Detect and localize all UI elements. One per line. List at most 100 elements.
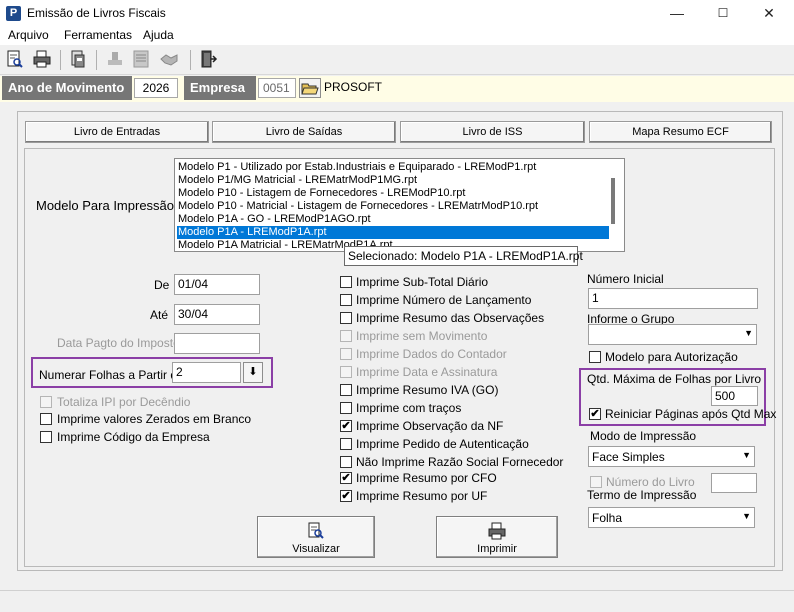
modelo-listbox[interactable]: Modelo P1 - Utilizado por Estab.Industri… <box>174 158 625 252</box>
data-assinatura-checkbox[interactable] <box>340 366 352 378</box>
exit-door-icon[interactable] <box>198 49 220 71</box>
status-bar <box>0 590 794 612</box>
checkbox-label: Imprime Observação da NF <box>356 419 504 433</box>
list-item[interactable]: Modelo P10 - Matricial - Listagem de For… <box>177 200 609 213</box>
ate-label: Até <box>150 308 169 322</box>
reiniciar-paginas-checkbox[interactable]: ✔ <box>589 408 601 420</box>
printer-icon <box>488 522 506 540</box>
com-tracos-checkbox[interactable] <box>340 402 352 414</box>
list-item[interactable]: Modelo P1/MG Matricial - LREMatrModP1MG.… <box>177 174 609 187</box>
list-item[interactable]: Modelo P1 - Utilizado por Estab.Industri… <box>177 161 609 174</box>
checkbox-label: Imprime Pedido de Autenticação <box>356 437 529 451</box>
checkbox-label: Imprime Dados do Contador <box>356 347 507 361</box>
modelo-autorizacao-label: Modelo para Autorização <box>605 350 738 364</box>
reiniciar-paginas-label: Reiniciar Páginas após Qtd Max <box>605 407 777 421</box>
codigo-empresa-checkbox[interactable] <box>40 431 52 443</box>
observacao-nf-checkbox[interactable]: ✔ <box>340 420 352 432</box>
chevron-down-icon: ▼ <box>744 328 753 338</box>
ate-date-input[interactable]: 30/04 <box>174 304 260 325</box>
checkbox-label: Imprime Sub-Total Diário <box>356 275 489 289</box>
sem-movimento-checkbox[interactable] <box>340 330 352 342</box>
modelo-autorizacao-checkbox[interactable] <box>589 351 601 363</box>
toolbar-separator <box>190 50 191 70</box>
valores-zerados-checkbox[interactable] <box>40 413 52 425</box>
modo-impressao-select[interactable]: Face Simples ▼ <box>588 446 755 467</box>
modo-impressao-value: Face Simples <box>592 450 665 464</box>
grupo-select[interactable]: ▼ <box>588 324 757 345</box>
tab-livro-entradas[interactable]: Livro de Entradas <box>25 121 209 143</box>
close-button[interactable]: ✕ <box>746 0 792 27</box>
checkbox-label: Imprime Resumo por CFO <box>356 471 497 485</box>
data-pagto-input[interactable] <box>174 333 260 354</box>
document-icon[interactable] <box>131 49 153 71</box>
totaliza-ipi-checkbox[interactable] <box>40 396 52 408</box>
menu-ajuda[interactable]: Ajuda <box>143 28 174 42</box>
termo-impressao-value: Folha <box>592 511 623 525</box>
razao-social-checkbox[interactable] <box>340 456 352 468</box>
numero-inicial-input[interactable]: 1 <box>588 288 758 309</box>
menu-ferramentas[interactable]: Ferramentas <box>64 28 132 42</box>
de-date-input[interactable]: 01/04 <box>174 274 260 295</box>
dados-contador-checkbox[interactable] <box>340 348 352 360</box>
sub-total-diario-checkbox[interactable] <box>340 276 352 288</box>
menu-arquivo[interactable]: Arquivo <box>8 28 49 42</box>
visualizar-label: Visualizar <box>292 543 340 555</box>
tab-livro-saidas[interactable]: Livro de Saídas <box>212 121 396 143</box>
valores-zerados-label: Imprime valores Zerados em Branco <box>57 412 252 426</box>
numero-livro-input[interactable] <box>711 473 757 493</box>
modelo-list-scrollbar[interactable] <box>611 178 615 224</box>
modelo-tooltip: Selecionado: Modelo P1A - LREModP1A.rpt <box>344 246 583 266</box>
chevron-down-icon: ▼ <box>742 450 751 460</box>
empresa-code-field[interactable]: 0051 <box>258 78 296 98</box>
list-item[interactable]: Modelo P10 - Listagem de Fornecedores - … <box>177 187 609 200</box>
numero-livro-label: Número do Livro <box>606 475 695 489</box>
print-preview-icon[interactable] <box>5 49 27 71</box>
empresa-name: PROSOFT <box>324 80 383 94</box>
data-pagto-label: Data Pagto do Imposto <box>57 336 180 350</box>
numero-lancamento-checkbox[interactable] <box>340 294 352 306</box>
numerar-download-button[interactable]: ⬇ <box>243 362 263 383</box>
modelo-label: Modelo Para Impressão <box>36 198 175 213</box>
pedido-autenticacao-checkbox[interactable] <box>340 438 352 450</box>
checkbox-label: Imprime com traços <box>356 401 462 415</box>
termo-impressao-label: Termo de Impressão <box>587 488 697 502</box>
chevron-down-icon: ▼ <box>742 511 751 521</box>
imprimir-label: Imprimir <box>477 543 517 555</box>
tab-label: Livro de Saídas <box>265 126 343 138</box>
tab-livro-iss[interactable]: Livro de ISS <box>400 121 585 143</box>
checkbox-label: Imprime Resumo por UF <box>356 489 488 503</box>
numerar-label: Numerar Folhas a Partir de <box>39 368 184 382</box>
window-title: Emissão de Livros Fiscais <box>27 6 166 20</box>
printer-icon[interactable] <box>32 49 54 71</box>
numero-livro-checkbox[interactable] <box>590 476 602 488</box>
resumo-iva-checkbox[interactable] <box>340 384 352 396</box>
checkbox-label: Imprime Resumo das Observações <box>356 311 545 325</box>
resumo-cfo-checkbox[interactable]: ✔ <box>340 472 352 484</box>
handshake-icon[interactable] <box>159 49 181 71</box>
stamp-icon[interactable] <box>105 49 127 71</box>
qtd-max-input[interactable]: 500 <box>711 386 758 406</box>
maximize-button[interactable]: ☐ <box>700 0 746 27</box>
resumo-observacoes-checkbox[interactable] <box>340 312 352 324</box>
numerar-input[interactable]: 2 <box>172 362 241 383</box>
list-item-selected[interactable]: Modelo P1A - LREModP1A.rpt <box>177 226 609 239</box>
tab-label: Mapa Resumo ECF <box>632 126 729 138</box>
checkbox-label: Imprime sem Movimento <box>356 329 488 343</box>
ano-movimento-field[interactable]: 2026 <box>134 78 178 98</box>
imprimir-button[interactable]: Imprimir <box>436 516 558 558</box>
arrow-down-icon: ⬇ <box>248 366 258 378</box>
termo-impressao-select[interactable]: Folha ▼ <box>588 507 755 528</box>
totaliza-ipi-label: Totaliza IPI por Decêndio <box>57 395 191 409</box>
list-item[interactable]: Modelo P1A - GO - LREModP1AGO.rpt <box>177 213 609 226</box>
visualizar-button[interactable]: Visualizar <box>257 516 375 558</box>
minimize-button[interactable]: — <box>654 0 700 27</box>
checkbox-label: Imprime Número de Lançamento <box>356 293 532 307</box>
codigo-empresa-label: Imprime Código da Empresa <box>57 430 210 444</box>
app-icon: P <box>6 6 21 21</box>
tab-mapa-resumo-ecf[interactable]: Mapa Resumo ECF <box>589 121 772 143</box>
numero-inicial-label: Número Inicial <box>587 272 664 286</box>
empresa-label: Empresa <box>184 76 256 100</box>
empresa-browse-button[interactable] <box>299 78 321 98</box>
resumo-uf-checkbox[interactable]: ✔ <box>340 490 352 502</box>
report-icon[interactable] <box>68 49 90 71</box>
